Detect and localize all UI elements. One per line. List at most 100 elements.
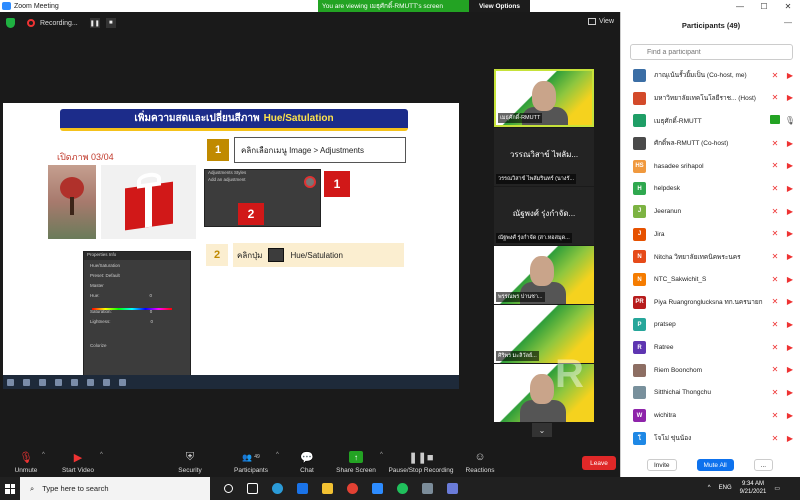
ps-props-tabs: Properties Info [84,252,190,260]
participant-row[interactable]: Sitthichai Thongchu ✕ ▶ [621,382,800,405]
edge-icon[interactable] [272,483,283,494]
participant-row[interactable]: R Ratree ✕ ▶ [621,336,800,359]
video-thumbnail[interactable]: พรรณพร ปานชา... [494,246,594,304]
tray-chevron-icon[interactable]: ^ [708,485,711,491]
leave-button[interactable]: Leave [582,456,616,470]
chevron-up-icon[interactable]: ^ [276,452,279,458]
participant-row[interactable]: Riem Boonchom ✕ ▶ [621,359,800,382]
clock[interactable]: 9:34 AM 9/21/2021 [740,480,767,496]
person-face [530,374,554,404]
recording-controls: ❚❚ ■ [90,18,116,28]
participant-row[interactable]: Ppratsep ✕ ▶ [621,314,800,337]
collapse-panel-icon[interactable]: — [784,18,792,27]
participant-avatar: P [633,318,646,332]
pause-recording-button[interactable]: ❚❚ [90,18,100,28]
minimize-button[interactable]: — [728,0,752,12]
view-button[interactable]: View [587,18,614,25]
participant-name: เมธุศักดิ์-RMUTT [654,117,702,125]
recording-label: Recording... [40,19,78,27]
participant-name: NTC_Sakwichit_S [654,276,707,284]
video-thumbnail[interactable]: เมธุศักดิ์-RMUTT [494,69,594,127]
video-off-icon: ▶ [786,206,794,216]
meeting-top-bar: Recording... ❚❚ ■ View [0,12,620,34]
taskbar-apps [224,483,458,494]
slide-title-main: เพิ่มความสดและเปลี่ยนสีภาพ [134,113,260,124]
participant-row[interactable]: J Jira ✕ ▶ [621,223,800,246]
taskbar-search-box[interactable]: ⌕ Type here to search [20,477,210,500]
step-2-text-a: คลิกปุ่ม [237,250,263,260]
windows-start-button[interactable] [0,477,20,500]
ps-lightness-label: Lightness: [90,318,111,324]
encryption-shield-icon[interactable] [6,18,15,28]
participant-row[interactable]: N NTC_Sakwichit_S ✕ ▶ [621,268,800,291]
participant-row[interactable]: โโจโม่ ขุ่นน้อง ✕ ▶ [621,427,800,450]
microphone-muted-icon: 🎙 [19,451,33,464]
microphone-muted-icon: ✕ [771,365,779,375]
video-thumbnail[interactable]: วรรณวิสาข์ ไพลัม... วรรณวิสาข์ ไพลัมรินท… [494,128,594,186]
video-on-icon [770,115,780,125]
participant-search-input[interactable] [630,44,793,60]
language-indicator[interactable]: ENG [719,485,732,491]
view-options-button[interactable]: View Options [468,0,530,12]
line-icon[interactable] [397,483,408,494]
close-button[interactable]: ✕ [776,0,800,12]
microphone-muted-icon: ✕ [771,320,779,330]
app-icon[interactable] [447,483,458,494]
security-button[interactable]: ⛨ Security [172,440,208,477]
tree-crown [60,177,84,199]
video-thumbnail[interactable]: ณัฐพงศ์ รุ่งกำจัด... ณัฐพงศ์ รุ่งกำจัด (… [494,187,594,245]
participant-name: ภาณุเน้นรั้วยิ้มเป็น (Co-host, me) [654,72,747,80]
maximize-button[interactable]: ☐ [752,0,776,12]
task-view-icon[interactable] [247,483,258,494]
chevron-up-icon[interactable]: ^ [100,452,103,458]
chevron-up-icon[interactable]: ^ [42,452,45,458]
reactions-button[interactable]: ☺ Reactions [462,440,498,477]
participant-row[interactable]: ภาณุเน้นรั้วยิ้มเป็น (Co-host, me) ✕ ▶ [621,64,800,87]
participants-label: Participants [234,467,268,474]
video-off-icon: ▶ [786,297,794,307]
more-button[interactable]: ... [753,459,774,471]
participant-row[interactable]: HS hasadee srihapol ✕ ▶ [621,155,800,178]
ps-hue: Hue: 0 [84,290,190,300]
participant-row[interactable]: เมธุศักดิ์-RMUTT 🎙 [621,109,800,132]
microphone-muted-icon: ✕ [771,161,779,171]
file-explorer-icon[interactable] [322,483,333,494]
participant-row[interactable]: Wwichitra ✕ ▶ [621,404,800,427]
mute-all-button[interactable]: Mute All [696,459,734,471]
record-button[interactable]: ❚❚■ Pause/Stop Recording [386,440,456,477]
share-screen-button[interactable]: ↑ Share Screen [334,440,378,477]
participant-row[interactable]: N Nitcha วิทยาลัยเทคนิคพระนคร ✕ ▶ [621,246,800,269]
start-video-button[interactable]: ▶ Start Video [56,440,100,477]
taskbar-search-placeholder: Type here to search [42,484,109,493]
shared-screen[interactable]: เพิ่มความสดและเปลี่ยนสีภาพ Hue/Satulatio… [3,103,459,389]
app-icon[interactable] [422,483,433,494]
participant-row[interactable]: ศักดิ์พล-RMUTT (Co-host) ✕ ▶ [621,132,800,155]
cortana-icon[interactable] [224,484,233,493]
zoom-app-icon[interactable] [372,483,383,494]
participant-status-icons: ✕ ▶ [770,274,795,284]
participant-avatar: J [633,227,646,241]
notifications-icon[interactable]: ▭ [774,485,780,492]
ie-icon[interactable] [297,483,308,494]
chevron-up-icon[interactable]: ^ [380,452,383,458]
presentation-slide: เพิ่มความสดและเปลี่ยนสีภาพ Hue/Satulatio… [40,103,423,381]
microphone-muted-icon: ✕ [771,410,779,420]
shared-app-icon [71,378,78,386]
chat-button[interactable]: 💬 Chat [292,440,322,477]
participant-row[interactable]: มหาวิทยาลัยเทคโนโลยีราช... (Host) ✕ ▶ [621,87,800,110]
video-off-icon: ▶ [786,320,794,330]
invite-button[interactable]: Invite [647,459,677,471]
ps-adjust-tabs: Adjustments Styles [208,170,247,175]
participant-avatar: N [633,273,646,287]
chrome-icon[interactable] [347,483,358,494]
ps-colorize: Colorize [90,342,107,348]
recording-indicator: Recording... [27,19,78,27]
participant-row[interactable]: Hhelpdesk ✕ ▶ [621,177,800,200]
participant-row[interactable]: PR Piya Ruangronglucksna ทก.นครนายก ✕ ▶ [621,291,800,314]
share-screen-icon: ↑ [349,451,363,463]
participant-row[interactable]: J Jeeranun ✕ ▶ [621,200,800,223]
unmute-button[interactable]: 🎙 Unmute [8,440,44,477]
stop-recording-button[interactable]: ■ [105,18,116,28]
participants-button[interactable]: 👥 49 Participants [228,440,274,477]
chevron-down-icon[interactable]: ⌄ [532,423,552,437]
